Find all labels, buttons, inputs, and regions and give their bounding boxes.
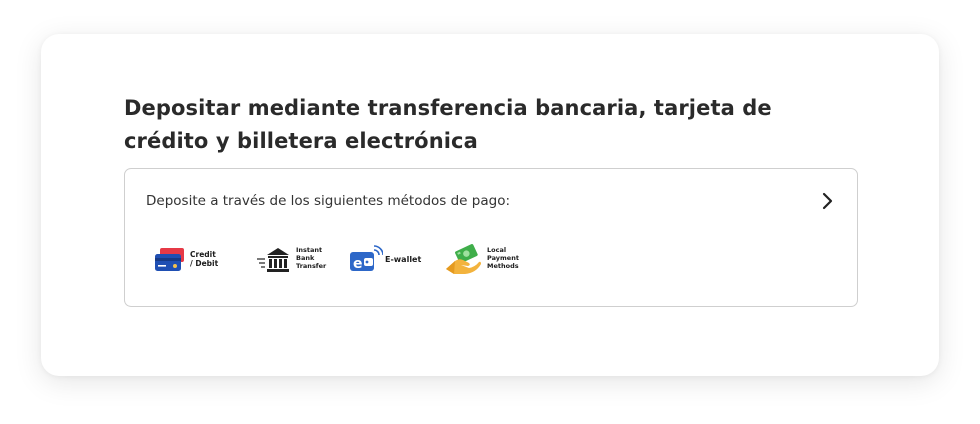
bank-icon (257, 248, 289, 272)
payment-method-local: Local Payment Methods (445, 243, 530, 277)
deposit-card: Depositar mediante transferencia bancari… (41, 34, 939, 376)
payment-method-label: Local Payment Methods (487, 246, 519, 270)
payment-method-bank-transfer: Instant Bank Transfer (256, 243, 336, 277)
payment-methods-selector[interactable]: Deposite a través de los siguientes méto… (124, 168, 858, 307)
payment-method-label: Instant Bank Transfer (296, 246, 327, 270)
hand-money-icon (446, 244, 481, 274)
payment-method-e-wallet: e E-wallet (347, 243, 437, 277)
payment-method-label: Credit / Debit (190, 250, 219, 268)
section-title: Depositar mediante transferencia bancari… (124, 96, 772, 153)
payment-methods-subtitle: Deposite a través de los siguientes méto… (146, 193, 510, 209)
chevron-right-icon (822, 192, 833, 210)
payment-method-credit-debit: Credit / Debit (153, 243, 225, 277)
svg-text:e: e (353, 256, 363, 272)
payment-method-label: E-wallet (385, 255, 422, 264)
credit-card-icon (155, 248, 184, 271)
e-wallet-icon: e (350, 245, 383, 272)
